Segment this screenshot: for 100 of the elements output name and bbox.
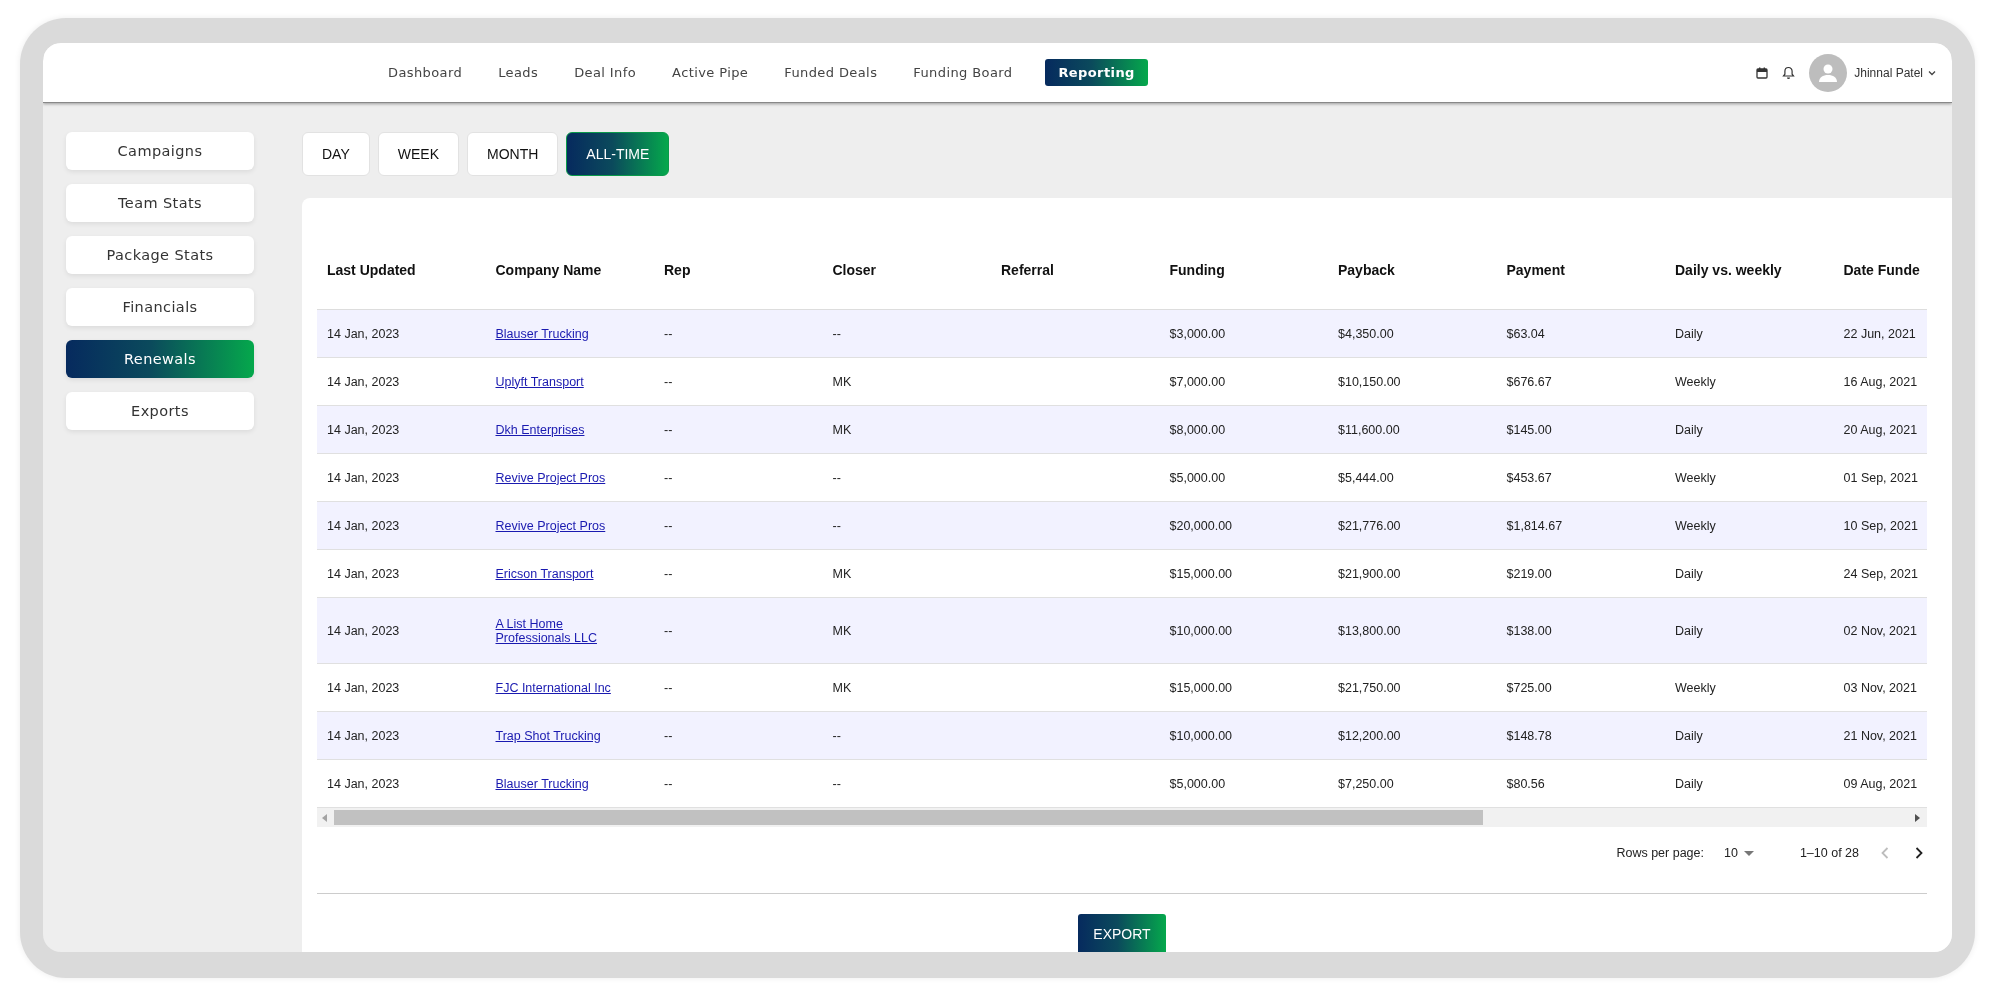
calendar-icon[interactable] bbox=[1756, 66, 1769, 79]
column-header: Company Name bbox=[485, 231, 654, 310]
column-header: Closer bbox=[822, 231, 991, 310]
table-cell: 03 Nov, 2021 bbox=[1843, 680, 1917, 695]
table-cell: Weekly bbox=[1675, 470, 1716, 485]
table-cell: 14 Jan, 2023 bbox=[327, 518, 400, 533]
table-cell: $21,900.00 bbox=[1338, 566, 1401, 581]
table-cell: $10,150.00 bbox=[1338, 374, 1401, 389]
table-cell: $1,814.67 bbox=[1506, 518, 1563, 533]
table-cell: MK bbox=[832, 680, 852, 695]
table-cell: 09 Aug, 2021 bbox=[1843, 776, 1918, 791]
table-cell: $4,350.00 bbox=[1338, 326, 1394, 341]
table-cell: Daily bbox=[1675, 422, 1703, 437]
table-cell: Daily bbox=[1675, 566, 1703, 581]
table-cell: 24 Sep, 2021 bbox=[1843, 566, 1918, 581]
table-cell: MK bbox=[832, 422, 852, 437]
company-link[interactable]: Blauser Trucking bbox=[495, 776, 589, 791]
period-tab[interactable]: DAY bbox=[302, 132, 370, 176]
column-header: Date Funde bbox=[1833, 231, 1927, 310]
table-cell: $3,000.00 bbox=[1169, 326, 1226, 341]
table-cell: 22 Jun, 2021 bbox=[1843, 326, 1916, 341]
table-cell: MK bbox=[832, 374, 852, 389]
company-link[interactable]: Dkh Enterprises bbox=[495, 422, 585, 437]
bell-icon[interactable] bbox=[1782, 65, 1796, 80]
column-header: Payment bbox=[1496, 231, 1665, 310]
table-cell: $10,000.00 bbox=[1169, 728, 1233, 743]
table-cell: 14 Jan, 2023 bbox=[327, 776, 400, 791]
table-cell: $5,000.00 bbox=[1169, 776, 1226, 791]
table-cell: MK bbox=[832, 566, 852, 581]
table-cell: $63.04 bbox=[1506, 326, 1545, 341]
rows-per-page-select[interactable]: 10 bbox=[1718, 845, 1760, 861]
table-cell: $5,444.00 bbox=[1338, 470, 1394, 485]
table-cell: $20,000.00 bbox=[1169, 518, 1233, 533]
table-cell: -- bbox=[664, 326, 673, 341]
table-cell: $5,000.00 bbox=[1169, 470, 1226, 485]
table-cell: 14 Jan, 2023 bbox=[327, 374, 400, 389]
company-link[interactable]: Ericson Transport bbox=[495, 566, 594, 581]
table-cell: -- bbox=[832, 728, 841, 743]
company-link[interactable]: Revive Project Pros bbox=[495, 470, 606, 485]
horizontal-scrollbar[interactable] bbox=[317, 808, 1927, 827]
table-cell: 14 Jan, 2023 bbox=[327, 623, 400, 638]
export-button[interactable]: EXPORT bbox=[1078, 914, 1166, 952]
sidebar-item[interactable]: Campaigns bbox=[66, 132, 254, 170]
table-cell: $145.00 bbox=[1506, 422, 1552, 437]
table-cell: 20 Aug, 2021 bbox=[1843, 422, 1918, 437]
table-cell: $219.00 bbox=[1506, 566, 1552, 581]
period-tab[interactable]: ALL-TIME bbox=[566, 132, 670, 176]
table-cell: $15,000.00 bbox=[1169, 566, 1233, 581]
column-header: Referral bbox=[991, 231, 1160, 310]
nav-tab[interactable]: Funded Deals bbox=[781, 61, 881, 84]
scroll-right-icon[interactable] bbox=[1915, 813, 1921, 822]
company-link[interactable]: Trap Shot Trucking bbox=[495, 728, 601, 743]
table-cell: $138.00 bbox=[1506, 623, 1552, 638]
table-cell: $11,600.00 bbox=[1338, 422, 1400, 437]
column-header: Daily vs. weekly bbox=[1665, 231, 1834, 310]
table-cell: -- bbox=[664, 374, 673, 389]
table-cell: -- bbox=[832, 326, 841, 341]
sidebar-item[interactable]: Package Stats bbox=[66, 236, 254, 274]
user-name[interactable]: Jhinnal Patel bbox=[1854, 65, 1923, 80]
table-cell: Weekly bbox=[1675, 680, 1716, 695]
table-cell: Daily bbox=[1675, 623, 1703, 638]
table-cell: -- bbox=[832, 470, 841, 485]
chevron-down-icon[interactable] bbox=[1928, 69, 1936, 76]
column-header: Rep bbox=[654, 231, 823, 310]
period-tab[interactable]: WEEK bbox=[377, 132, 459, 176]
table-cell: -- bbox=[664, 623, 673, 638]
column-header: Last Updated bbox=[317, 231, 486, 310]
sidebar-item[interactable]: Financials bbox=[66, 288, 254, 326]
sidebar-item[interactable]: Team Stats bbox=[66, 184, 254, 222]
nav-tab[interactable]: Leads bbox=[495, 61, 542, 84]
company-link[interactable]: Blauser Trucking bbox=[495, 326, 589, 341]
table-cell: 02 Nov, 2021 bbox=[1843, 623, 1917, 638]
page-range: 1–10 of 28 bbox=[1799, 846, 1859, 860]
table-cell: -- bbox=[664, 470, 673, 485]
table-cell: 14 Jan, 2023 bbox=[327, 680, 400, 695]
nav-tab[interactable]: Reporting bbox=[1045, 59, 1148, 86]
rows-per-page-label: Rows per page: bbox=[1616, 846, 1704, 860]
sidebar-item[interactable]: Renewals bbox=[66, 340, 254, 378]
sidebar-item[interactable]: Exports bbox=[66, 392, 254, 430]
column-header: Funding bbox=[1159, 231, 1328, 310]
column-header: Payback bbox=[1328, 231, 1497, 310]
nav-tab[interactable]: Dashboard bbox=[385, 61, 466, 84]
table-cell: -- bbox=[664, 422, 673, 437]
company-link[interactable]: FJC International Inc bbox=[495, 680, 611, 695]
table-cell: $7,250.00 bbox=[1338, 776, 1394, 791]
table-cell: $453.67 bbox=[1506, 470, 1552, 485]
period-tab[interactable]: MONTH bbox=[467, 132, 559, 176]
table-cell: $13,800.00 bbox=[1338, 623, 1401, 638]
table-cell: 16 Aug, 2021 bbox=[1843, 374, 1918, 389]
nav-tab[interactable]: Active Pipe bbox=[669, 61, 752, 84]
table-cell: $8,000.00 bbox=[1169, 422, 1226, 437]
nav-tab[interactable]: Deal Info bbox=[571, 61, 640, 84]
table-cell: $12,200.00 bbox=[1338, 728, 1401, 743]
table-cell: 14 Jan, 2023 bbox=[327, 728, 400, 743]
nav-tab[interactable]: Funding Board bbox=[910, 61, 1016, 84]
company-link[interactable]: Uplyft Transport bbox=[495, 374, 584, 389]
table-cell: MK bbox=[832, 623, 852, 638]
table-cell: Daily bbox=[1675, 776, 1703, 791]
table-cell: Daily bbox=[1675, 326, 1703, 341]
table-cell: $21,750.00 bbox=[1338, 680, 1401, 695]
